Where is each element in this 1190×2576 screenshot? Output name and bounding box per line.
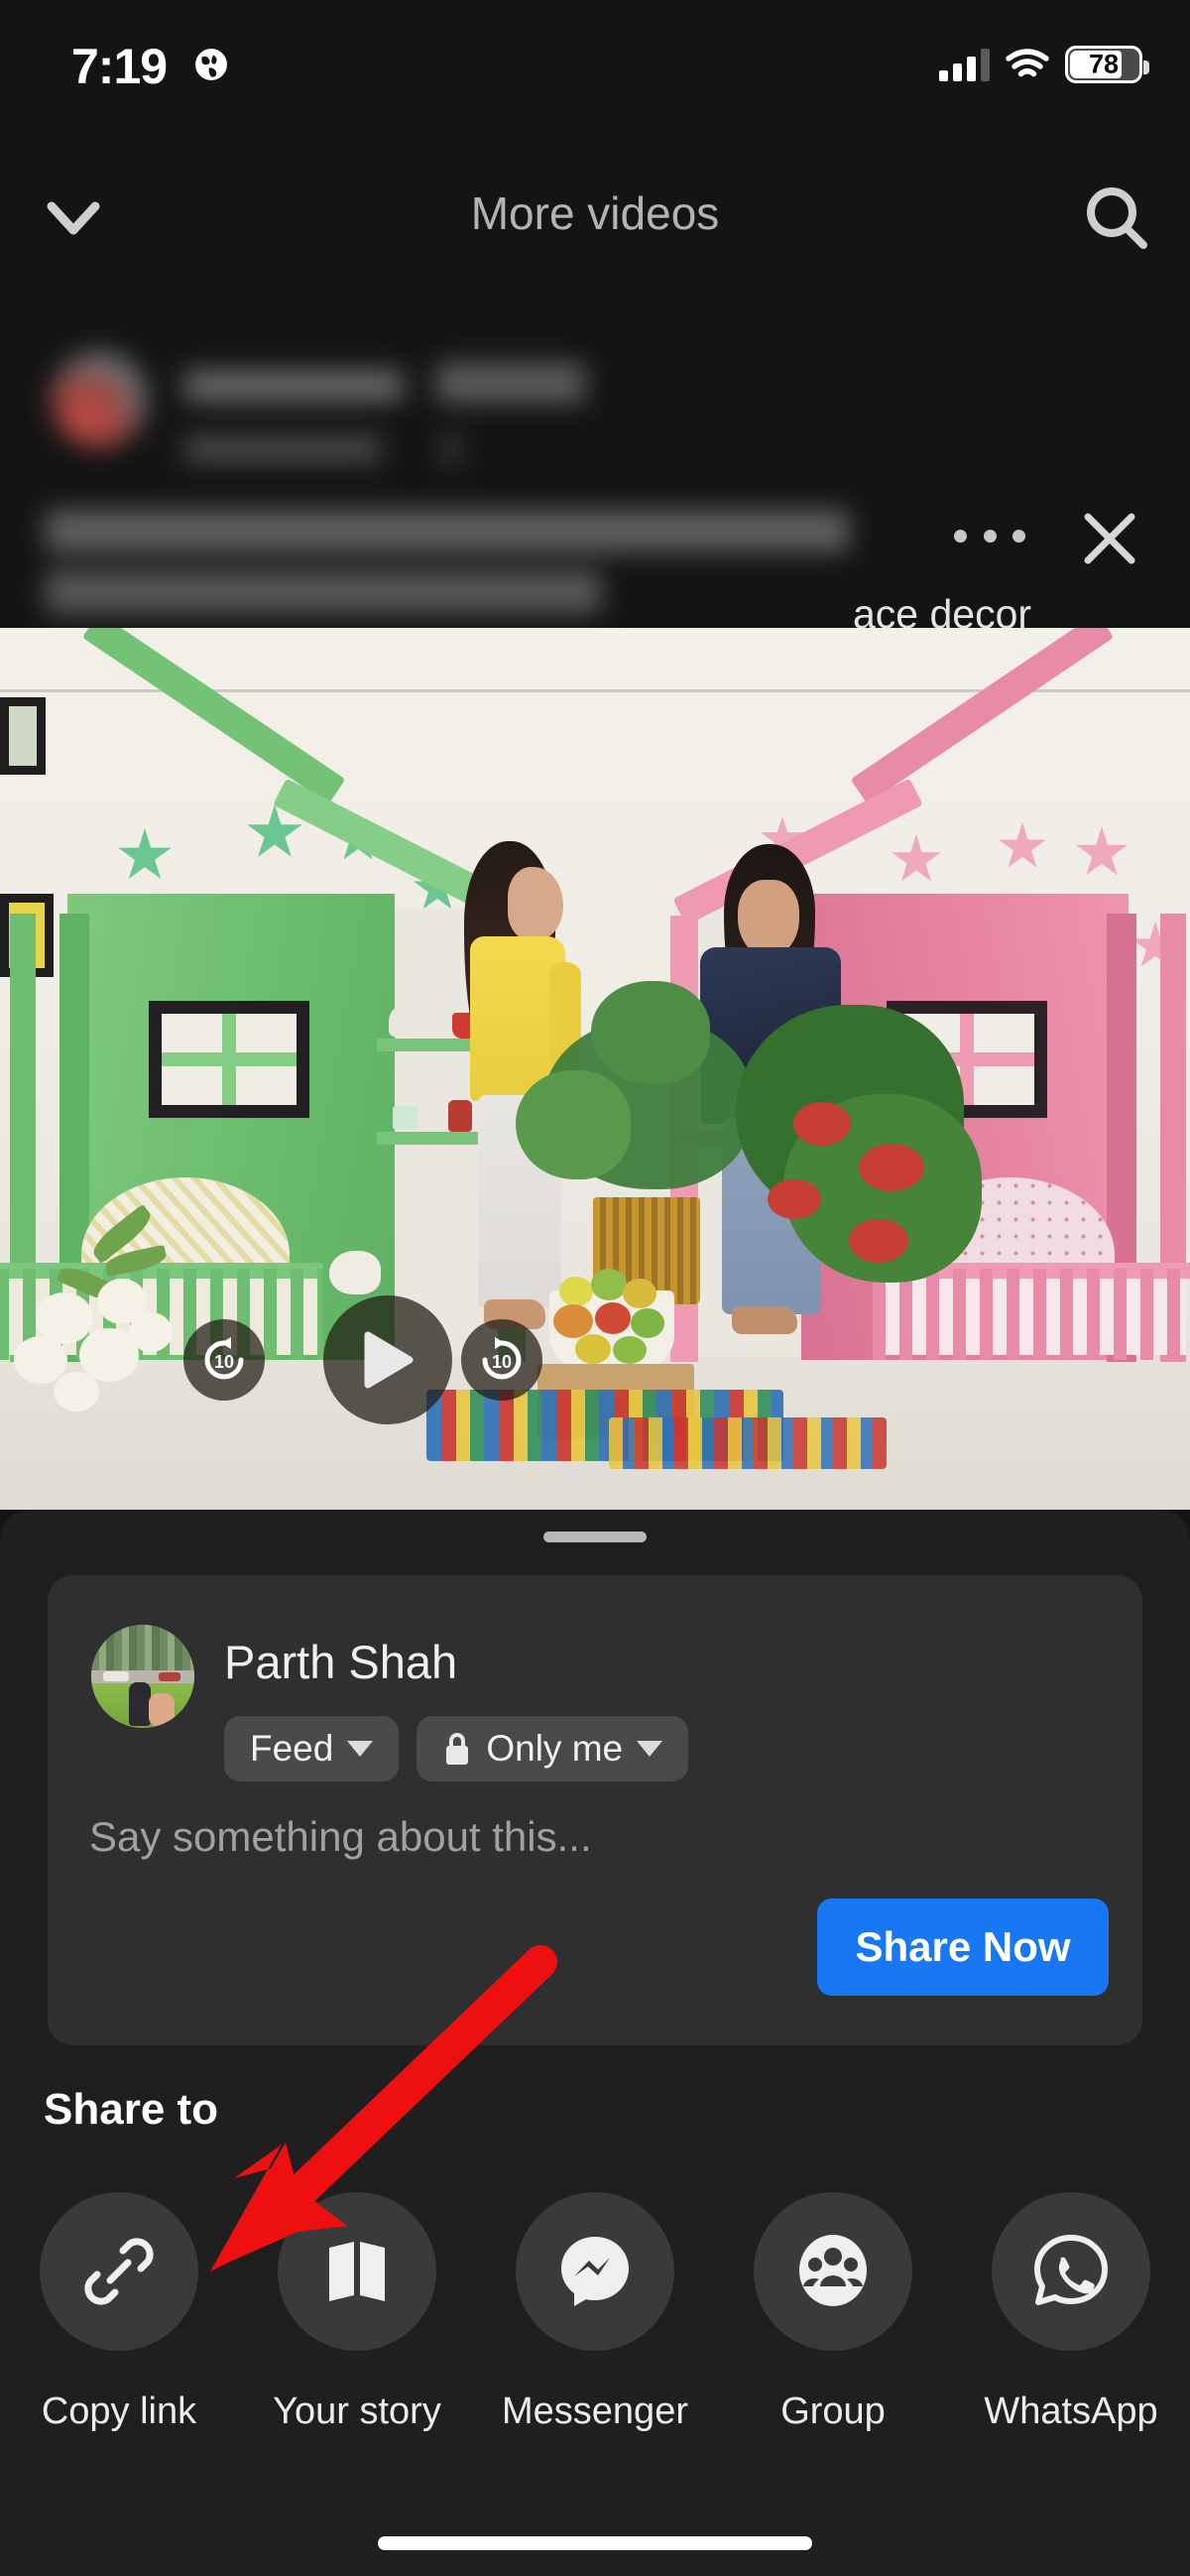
battery-percent: 78	[1088, 49, 1120, 79]
plant-center	[591, 981, 710, 1084]
phone-screen: 7:19 78 More videos ace decor 10 10 Part…	[0, 0, 1190, 2576]
compose-user-name: Parth Shah	[224, 1636, 458, 1688]
privacy-selector[interactable]: Only me	[416, 1716, 689, 1781]
people-group-icon	[799, 2235, 867, 2306]
compose-input[interactable]: Say something about this...	[89, 1813, 592, 1861]
messenger-icon	[561, 2237, 629, 2306]
rewind-10-icon[interactable]: 10	[183, 1319, 265, 1401]
sheet-drag-handle[interactable]	[543, 1532, 647, 1542]
share-target-label: Your story	[273, 2391, 441, 2432]
share-target-messenger[interactable]: Messenger	[496, 2192, 694, 2433]
plant-center	[516, 1070, 631, 1179]
follow-button-blurred[interactable]	[436, 363, 585, 403]
status-time: 7:19	[71, 39, 168, 94]
share-target-copy-link[interactable]: Copy link	[20, 2192, 218, 2433]
chevron-down-icon	[637, 1741, 663, 1757]
cellular-signal-icon	[939, 48, 990, 81]
destination-selector[interactable]: Feed	[224, 1716, 400, 1781]
close-icon[interactable]	[1079, 508, 1140, 569]
red-flower	[859, 1144, 924, 1191]
green-window-frame	[149, 1001, 309, 1118]
svg-text:10: 10	[492, 1352, 512, 1372]
post-caption-line-2-blurred	[46, 571, 601, 613]
destination-label: Feed	[250, 1728, 334, 1769]
privacy-label: Only me	[486, 1728, 624, 1769]
blurred-author-info	[0, 298, 1190, 628]
share-target-label: Group	[780, 2391, 886, 2432]
lock-icon	[446, 1733, 469, 1765]
play-icon[interactable]	[323, 1295, 452, 1424]
nav-bar: More videos	[0, 139, 1190, 298]
share-to-heading: Share to	[44, 2085, 219, 2134]
author-name-blurred	[184, 371, 403, 401]
share-targets-row: Copy link Your story Messenger Group Wha…	[0, 2192, 1190, 2433]
avatar	[91, 1625, 194, 1728]
page-title: More videos	[470, 187, 720, 239]
share-target-group[interactable]: Group	[734, 2192, 932, 2433]
wifi-icon	[1006, 49, 1049, 77]
status-bar: 7:19 78	[0, 0, 1190, 139]
search-icon[interactable]	[1081, 184, 1152, 252]
chevron-down-icon	[347, 1741, 374, 1757]
battery-icon: 78	[1065, 46, 1149, 83]
floor-rug	[609, 1417, 887, 1469]
forward-10-icon[interactable]: 10	[461, 1319, 542, 1401]
audience-row: Feed Only me	[224, 1716, 689, 1781]
share-now-button[interactable]: Share Now	[817, 1899, 1109, 1996]
post-date-blurred	[184, 436, 381, 462]
red-flower	[768, 1179, 821, 1219]
compose-card: Parth Shah Feed Only me Say something ab…	[48, 1575, 1142, 2045]
share-target-label: WhatsApp	[984, 2391, 1158, 2432]
whatsapp-icon	[1034, 2235, 1108, 2305]
post-caption-fragment: ace decor	[853, 591, 1032, 628]
post-header: ace decor	[0, 298, 1190, 628]
home-indicator[interactable]	[378, 2536, 812, 2550]
share-target-label: Copy link	[41, 2391, 197, 2432]
share-sheet: Parth Shah Feed Only me Say something ab…	[0, 1510, 1190, 2576]
red-flower	[849, 1219, 908, 1263]
red-flower	[793, 1102, 851, 1146]
share-target-your-story[interactable]: Your story	[258, 2192, 456, 2433]
video-player[interactable]: 10 10	[0, 628, 1190, 1510]
post-caption-line-1-blurred	[46, 510, 849, 552]
status-indicators: 78	[939, 46, 1149, 83]
wall-picture	[0, 697, 46, 775]
svg-text:10: 10	[214, 1352, 234, 1372]
author-avatar	[52, 352, 147, 447]
globe-icon	[195, 49, 227, 80]
post-meta-blurred	[444, 434, 458, 464]
share-target-label: Messenger	[502, 2391, 688, 2432]
ellipsis-icon[interactable]	[954, 516, 1025, 555]
link-icon	[84, 2238, 154, 2305]
share-target-whatsapp[interactable]: WhatsApp	[972, 2192, 1170, 2433]
book-icon	[329, 2242, 385, 2301]
toy-dog	[329, 1251, 381, 1294]
